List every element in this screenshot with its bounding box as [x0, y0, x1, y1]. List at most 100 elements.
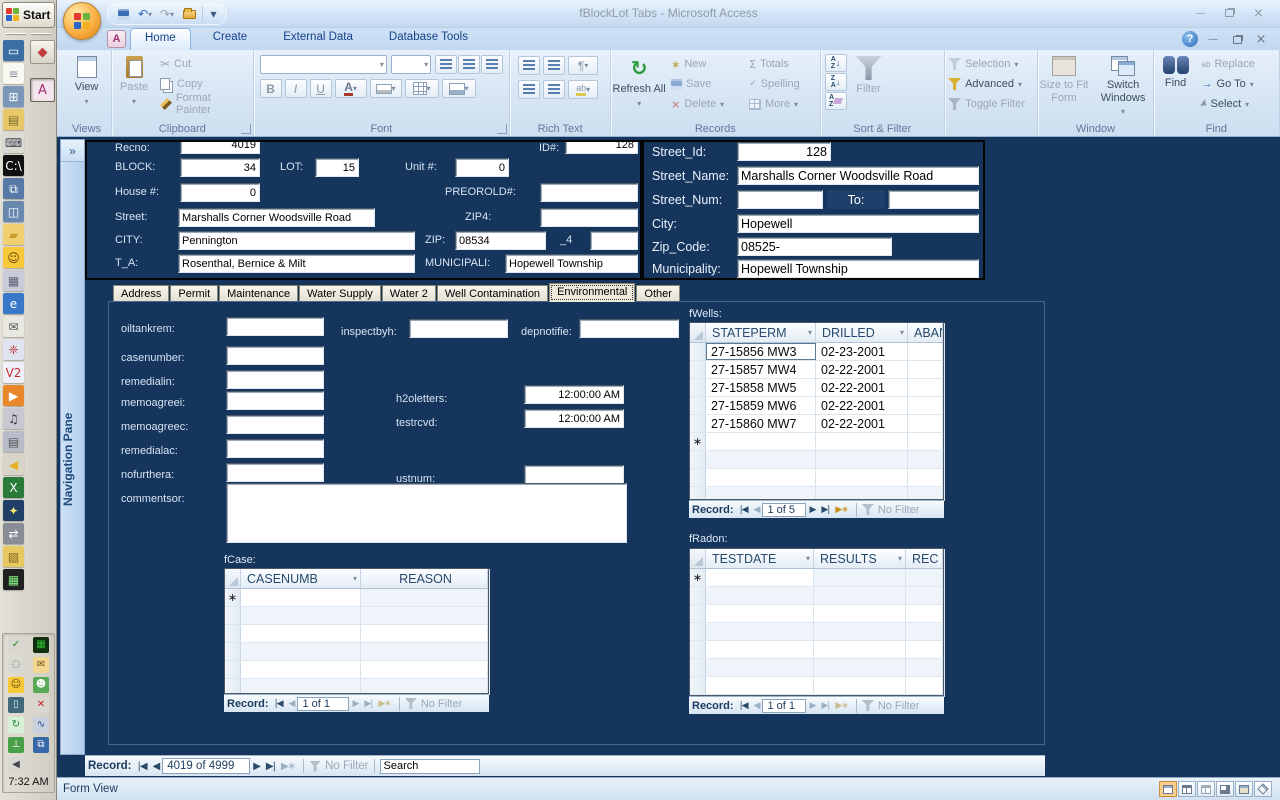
spelling-button[interactable]: ✓Spelling: [745, 74, 804, 94]
decrease-indent-button[interactable]: [518, 56, 540, 75]
bullet-list-button[interactable]: [543, 80, 565, 99]
wireless-status-icon[interactable]: ◌: [8, 657, 24, 673]
new-mail-icon[interactable]: ✉: [33, 657, 49, 673]
fwells-column-stateperm[interactable]: STATEPERM▾: [706, 323, 816, 342]
lot-field[interactable]: [315, 158, 359, 177]
activesync-icon[interactable]: ⇄: [3, 523, 24, 544]
pda-icon[interactable]: ▯: [8, 697, 24, 713]
inspectbyh-field[interactable]: [409, 319, 508, 338]
help-button[interactable]: ?: [1182, 31, 1198, 47]
first-record-button[interactable]: |◀: [275, 699, 283, 709]
undo-button[interactable]: ↶▾: [136, 6, 154, 22]
taskbar-clock[interactable]: 7:32 AM: [3, 776, 54, 788]
municipali-field[interactable]: [505, 254, 638, 273]
fwells-cell[interactable]: 27-15858 MW5: [706, 379, 816, 396]
last-record-button[interactable]: ▶|: [266, 761, 275, 772]
fwells-cell[interactable]: [908, 415, 943, 432]
calculator-icon[interactable]: ▦: [3, 569, 24, 590]
increase-indent-button[interactable]: [543, 56, 565, 75]
save-button[interactable]: [114, 6, 132, 22]
new-record-selector[interactable]: ∗: [225, 589, 241, 606]
messenger-icon[interactable]: ☺: [3, 247, 24, 268]
paragraph-marks-button[interactable]: ¶▾: [568, 56, 598, 75]
record-position[interactable]: 4019 of 4999: [162, 758, 250, 774]
terminal-grid-icon[interactable]: ▦: [33, 637, 49, 653]
child-minimize-button[interactable]: —: [1202, 32, 1224, 47]
h2oletters-field[interactable]: [524, 385, 624, 404]
form-tab-water-2[interactable]: Water 2: [382, 285, 436, 302]
fwells-cell[interactable]: [816, 433, 908, 450]
record-selector[interactable]: [690, 343, 706, 360]
copy-button[interactable]: Copy: [156, 74, 253, 94]
new-record-selector[interactable]: ∗: [690, 433, 706, 450]
volume-app-icon[interactable]: ◀: [3, 454, 24, 475]
remedialin-field[interactable]: [226, 370, 324, 389]
advanced-filter-button[interactable]: Advanced▾: [944, 74, 1037, 94]
testrcvd-field[interactable]: [524, 409, 624, 428]
movie-maker-icon[interactable]: ▦: [3, 270, 24, 291]
form-tab-environmental[interactable]: Environmental: [549, 283, 635, 302]
windows-installer-icon[interactable]: ⊞: [3, 86, 24, 107]
form-view-button[interactable]: [1159, 781, 1177, 797]
delete-record-button[interactable]: ×Delete▾: [667, 94, 745, 114]
design-view-button[interactable]: [1235, 781, 1253, 797]
last-record-button[interactable]: ▶|: [364, 699, 372, 709]
align-left-button[interactable]: [435, 55, 457, 74]
fwells-cell[interactable]: 02-22-2001: [816, 415, 908, 432]
saved-folder-icon[interactable]: ▤: [3, 109, 24, 130]
quick-launch-grip[interactable]: [6, 33, 26, 35]
zip-plus4-field[interactable]: [590, 231, 638, 250]
highlight-button[interactable]: ab▾: [568, 80, 598, 99]
go-to-button[interactable]: →Go To▾: [1198, 74, 1259, 94]
record-selector[interactable]: [690, 397, 706, 414]
totals-button[interactable]: ΣTotals: [745, 54, 804, 74]
disconnected-icon[interactable]: ✕: [33, 697, 49, 713]
selection-button[interactable]: Selection▾: [944, 54, 1037, 74]
graphics-app-icon[interactable]: ❈: [3, 339, 24, 360]
fradon-cell[interactable]: [814, 569, 906, 586]
taskbar-grip[interactable]: [31, 33, 51, 35]
form-tab-permit[interactable]: Permit: [170, 285, 218, 302]
zip4-field[interactable]: [540, 208, 638, 227]
fwells-column-drilled[interactable]: DRILLED▾: [816, 323, 908, 342]
next-record-button[interactable]: ▶: [253, 761, 260, 772]
depnotifie-field[interactable]: [579, 319, 679, 338]
start-button[interactable]: Start: [2, 2, 55, 28]
oiltankrem-field[interactable]: [226, 317, 324, 336]
remedialac-field[interactable]: [226, 439, 324, 458]
last-record-button[interactable]: ▶|: [821, 701, 829, 711]
online-user-icon[interactable]: ☻: [33, 677, 49, 693]
fradon-column-testdate[interactable]: TESTDATE▾: [706, 549, 814, 568]
fwells-cell[interactable]: 27-15860 MW7: [706, 415, 816, 432]
folder-icon[interactable]: ▰: [3, 224, 24, 245]
nofurthera-field[interactable]: [226, 463, 324, 482]
format-painter-button[interactable]: Format Painter: [156, 94, 253, 114]
record-selector[interactable]: [690, 361, 706, 378]
v2-app-icon[interactable]: V2: [3, 362, 24, 383]
new-record-nav-button[interactable]: ▶∗: [835, 701, 847, 711]
previous-record-button[interactable]: ◀: [289, 699, 295, 709]
new-record-nav-button[interactable]: ▶∗: [378, 699, 390, 709]
network-setup-icon[interactable]: ◫: [3, 201, 24, 222]
datasheet-view-button[interactable]: [1178, 781, 1196, 797]
notepad-icon[interactable]: ≡: [3, 63, 24, 84]
city-field[interactable]: [178, 231, 415, 250]
new-record-button[interactable]: ∗New: [667, 54, 745, 74]
first-record-button[interactable]: |◀: [740, 701, 748, 711]
new-record-nav-button[interactable]: ▶∗: [835, 505, 847, 515]
mail-icon[interactable]: ✉: [3, 316, 24, 337]
paste-button[interactable]: Paste▾: [112, 52, 156, 118]
form-tab-maintenance[interactable]: Maintenance: [219, 285, 298, 302]
replace-button[interactable]: abReplace: [1198, 54, 1259, 74]
media-player-icon[interactable]: ▶: [3, 385, 24, 406]
size-to-fit-form-button[interactable]: Size to Fit Form: [1038, 52, 1089, 118]
navigation-pane-label[interactable]: Navigation Pane: [61, 170, 84, 748]
search-input[interactable]: [380, 759, 480, 774]
street-num-field[interactable]: [737, 190, 823, 209]
volume-tray-icon[interactable]: ◀: [8, 757, 24, 773]
zip-field[interactable]: [455, 231, 546, 250]
refresh-all-button[interactable]: ↻ Refresh All▾: [611, 52, 667, 118]
clear-sort-button[interactable]: AZ: [825, 92, 847, 110]
taskbar-window-button-app[interactable]: ◆: [30, 40, 55, 64]
record-selector[interactable]: [690, 379, 706, 396]
